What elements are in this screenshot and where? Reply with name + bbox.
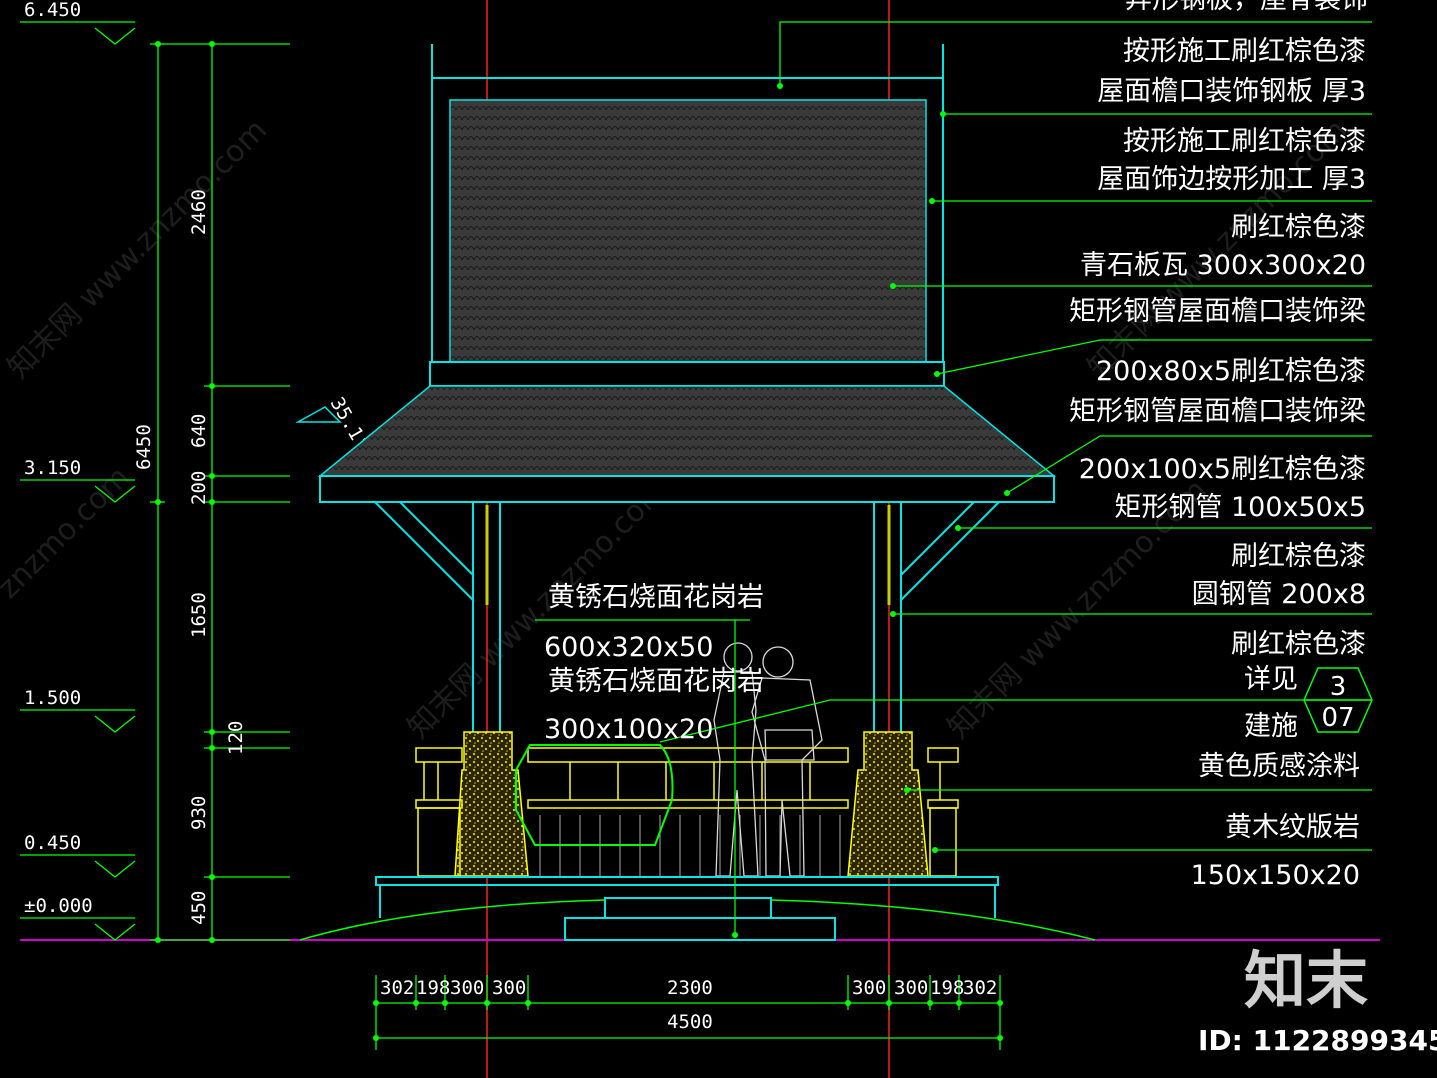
dim-segment: 300 xyxy=(894,977,928,999)
svg-text:屋面檐口装饰钢板 厚3: 屋面檐口装饰钢板 厚3 xyxy=(1097,76,1366,107)
elevation-drawing: 知末网 www.znzmo.com znzmo.com 知末网 www.znzm… xyxy=(0,0,1437,1078)
dim-segment: 120 xyxy=(225,721,247,755)
total-height-label: 6450 xyxy=(133,424,155,470)
svg-text:黄锈石烧面花岗岩: 黄锈石烧面花岗岩 xyxy=(548,582,764,613)
svg-text:07: 07 xyxy=(1321,703,1354,733)
svg-text:刷红棕色漆: 刷红棕色漆 xyxy=(1231,541,1366,572)
svg-text:青石板瓦 300x300x20: 青石板瓦 300x300x20 xyxy=(1080,250,1366,281)
brand-id: ID: 1122899345 xyxy=(1198,1024,1437,1057)
level-label: 6.450 xyxy=(24,0,81,21)
dim-segment: 300 xyxy=(492,977,526,999)
dim-segment: 300 xyxy=(450,977,484,999)
detail-reference-symbol: 3 07 xyxy=(1303,667,1373,733)
svg-text:黄色质感涂料: 黄色质感涂料 xyxy=(1198,751,1360,782)
svg-text:300x100x20: 300x100x20 xyxy=(544,714,713,745)
svg-text:600x320x50: 600x320x50 xyxy=(544,632,713,663)
svg-text:150x150x20: 150x150x20 xyxy=(1191,860,1360,891)
dim-segment: 2460 xyxy=(188,189,210,235)
svg-text:znzmo.com: znzmo.com xyxy=(0,460,137,606)
svg-text:刷红棕色漆: 刷红棕色漆 xyxy=(1231,212,1366,243)
svg-text:刷红棕色漆: 刷红棕色漆 xyxy=(1231,629,1366,660)
svg-text:详见: 详见 xyxy=(1244,664,1298,695)
dim-segment: 2300 xyxy=(667,977,713,999)
level-label: ±0.000 xyxy=(24,895,93,917)
svg-text:黄锈石烧面花岗岩: 黄锈石烧面花岗岩 xyxy=(548,666,764,697)
level-label: 0.450 xyxy=(24,832,81,854)
svg-text:矩形钢管 100x50x5: 矩形钢管 100x50x5 xyxy=(1114,492,1366,523)
dim-segment: 302 xyxy=(963,977,997,999)
brand-logo: 知末 xyxy=(1244,944,1368,1017)
svg-text:3: 3 xyxy=(1330,672,1347,702)
dim-segment: 450 xyxy=(188,891,210,925)
level-label: 3.150 xyxy=(24,457,81,479)
svg-text:矩形钢管屋面檐口装饰梁: 矩形钢管屋面檐口装饰梁 xyxy=(1069,396,1366,427)
level-label: 1.500 xyxy=(24,687,81,709)
svg-text:屋面饰边按形加工 厚3: 屋面饰边按形加工 厚3 xyxy=(1097,164,1366,195)
svg-text:200x80x5刷红棕色漆: 200x80x5刷红棕色漆 xyxy=(1096,356,1366,387)
lower-roof xyxy=(317,385,1057,503)
columns xyxy=(374,501,1000,743)
upper-roof xyxy=(429,44,945,387)
dim-segment: 930 xyxy=(188,796,210,830)
svg-text:黄木纹版岩: 黄木纹版岩 xyxy=(1225,812,1360,843)
svg-text:200x100x5刷红棕色漆: 200x100x5刷红棕色漆 xyxy=(1079,454,1366,485)
total-width-label: 4500 xyxy=(667,1011,713,1033)
dim-segment: 1650 xyxy=(188,592,210,638)
svg-text:异形钢板，屋脊装饰: 异形钢板，屋脊装饰 xyxy=(1125,0,1368,15)
dim-segment: 198 xyxy=(930,977,964,999)
mound xyxy=(299,899,1096,941)
center-notes: 黄锈石烧面花岗岩 600x320x50 黄锈石烧面花岗岩 300x100x20 xyxy=(544,582,764,745)
dim-segment: 302 xyxy=(380,977,414,999)
svg-text:建施: 建施 xyxy=(1244,711,1298,742)
material-notes: 异形钢板，屋脊装饰 按形施工刷红棕色漆 屋面檐口装饰钢板 厚3 按形施工刷红棕色… xyxy=(1069,0,1368,891)
svg-text:按形施工刷红棕色漆: 按形施工刷红棕色漆 xyxy=(1123,126,1366,157)
svg-text:按形施工刷红棕色漆: 按形施工刷红棕色漆 xyxy=(1123,36,1366,67)
dim-segment: 640 xyxy=(188,414,210,448)
svg-text:知末网 www.znzmo.com: 知末网 www.znzmo.com xyxy=(1,113,274,386)
dim-segment: 300 xyxy=(852,977,886,999)
detail-callout-outline xyxy=(515,744,674,846)
dim-segment: 198 xyxy=(416,977,450,999)
dim-segment: 200 xyxy=(188,471,210,505)
svg-text:矩形钢管屋面檐口装饰梁: 矩形钢管屋面檐口装饰梁 xyxy=(1069,296,1366,327)
svg-text:圆钢管 200x8: 圆钢管 200x8 xyxy=(1192,579,1366,610)
